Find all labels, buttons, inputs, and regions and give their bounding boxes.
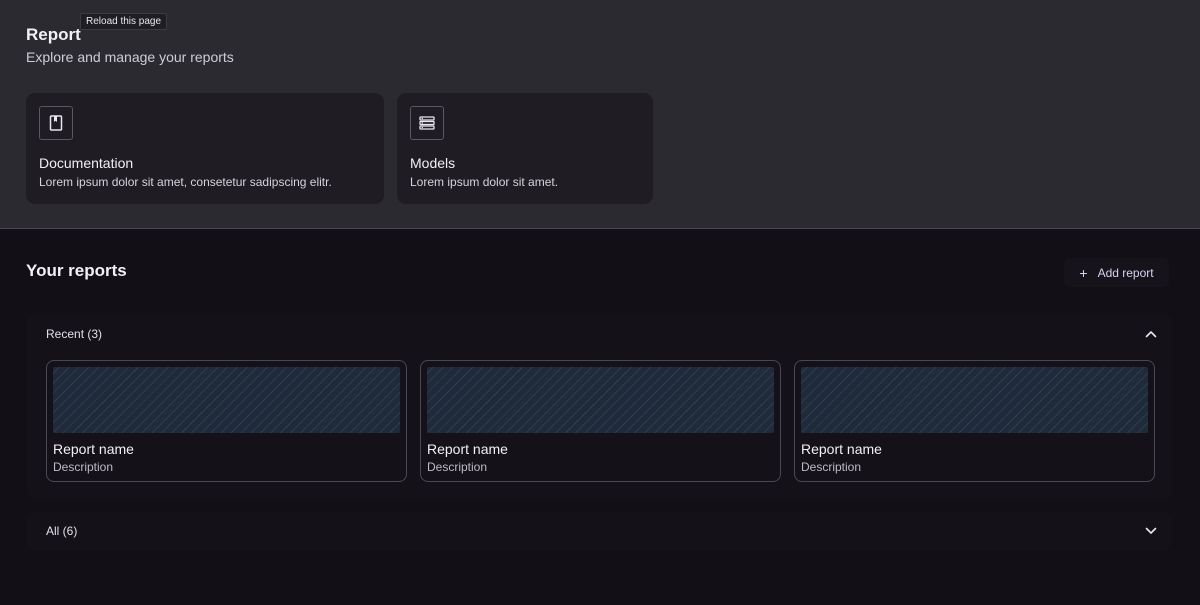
plus-icon: + — [1079, 264, 1088, 281]
all-reports-header[interactable]: All (6) — [46, 524, 77, 538]
documentation-card[interactable]: Documentation Lorem ipsum dolor sit amet… — [26, 93, 384, 204]
recent-reports-header[interactable]: Recent (3) — [46, 327, 102, 341]
book-icon — [39, 106, 73, 140]
add-report-label: Add report — [1097, 265, 1154, 280]
report-card[interactable]: Report name Description — [794, 360, 1155, 482]
your-reports-title: Your reports — [26, 261, 127, 280]
chevron-down-icon[interactable] — [1144, 524, 1158, 538]
page-subtitle: Explore and manage your reports — [26, 49, 234, 65]
report-card[interactable]: Report name Description — [420, 360, 781, 482]
models-description: Lorem ipsum dolor sit amet. — [410, 175, 559, 189]
report-thumbnail — [427, 367, 774, 433]
page-title: Report — [26, 25, 81, 44]
report-name: Report name — [427, 441, 508, 457]
recent-reports-accordion: Recent (3) Report name Description Repor… — [27, 313, 1172, 499]
report-description: Description — [801, 460, 862, 474]
models-card[interactable]: Models Lorem ipsum dolor sit amet. — [397, 93, 653, 204]
all-reports-accordion: All (6) — [27, 512, 1172, 550]
report-name: Report name — [801, 441, 882, 457]
report-name: Report name — [53, 441, 134, 457]
report-thumbnail — [53, 367, 400, 433]
database-icon — [410, 106, 444, 140]
report-thumbnail — [801, 367, 1148, 433]
report-description: Description — [53, 460, 114, 474]
documentation-description: Lorem ipsum dolor sit amet, consetetur s… — [39, 175, 332, 189]
report-card[interactable]: Report name Description — [46, 360, 407, 482]
report-description: Description — [427, 460, 488, 474]
add-report-button[interactable]: + Add report — [1064, 258, 1169, 287]
reload-tooltip: Reload this page — [80, 13, 168, 30]
page-header: Reload this page Report Explore and mana… — [0, 0, 1200, 229]
models-title: Models — [410, 155, 456, 171]
chevron-up-icon[interactable] — [1144, 327, 1158, 341]
documentation-title: Documentation — [39, 155, 134, 171]
